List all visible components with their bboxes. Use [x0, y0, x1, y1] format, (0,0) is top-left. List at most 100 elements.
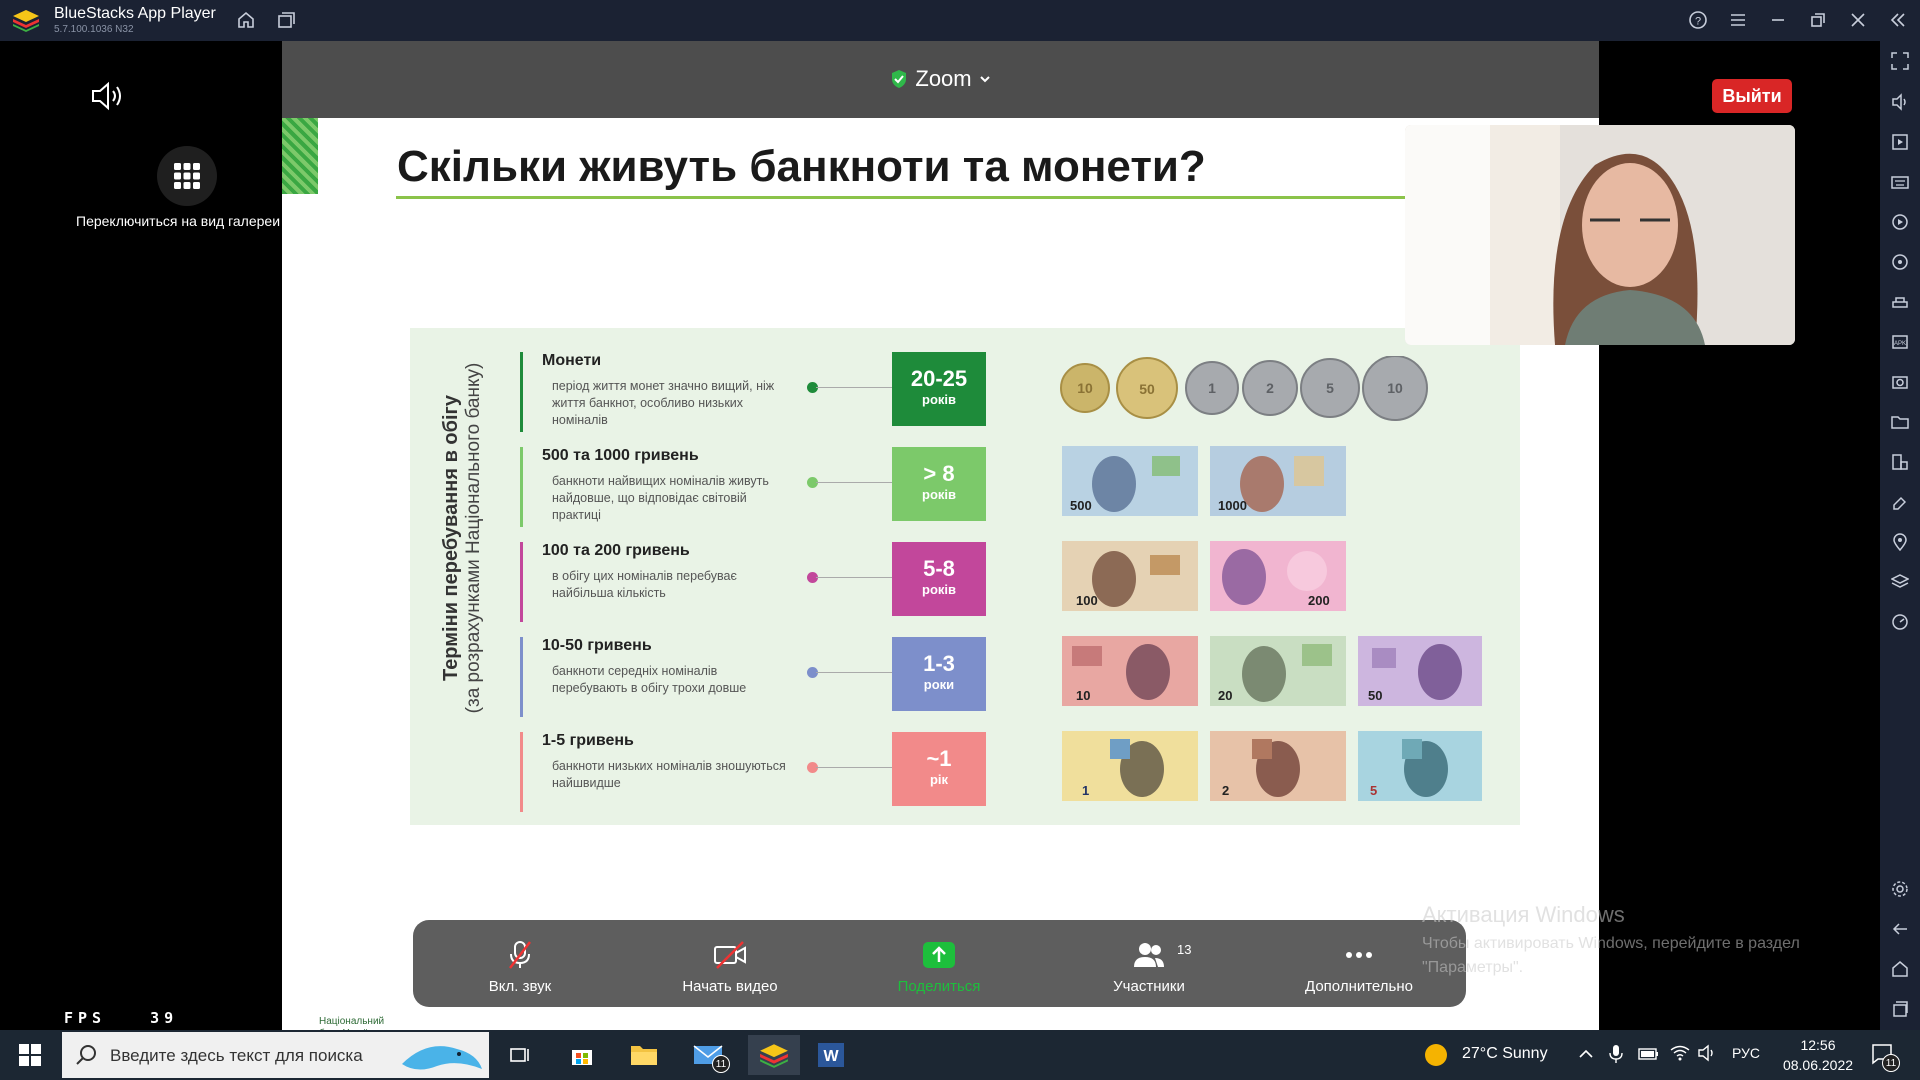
start-button[interactable]	[10, 1035, 50, 1075]
badge-unit: роки	[923, 677, 955, 692]
badge-value: ~1	[926, 746, 952, 771]
unmute-button[interactable]: Вкл. звук	[430, 920, 610, 1007]
svg-text:20: 20	[1218, 688, 1232, 703]
fps-label: FPS	[64, 1009, 107, 1027]
row-desc: банкноти найвищих номіналів живуть найдо…	[552, 474, 769, 522]
close-icon[interactable]	[1846, 8, 1870, 32]
presenter-video[interactable]	[1405, 125, 1795, 345]
fullscreen-icon[interactable]	[1890, 51, 1910, 71]
taskbar-search[interactable]: Введите здесь текст для поиска	[62, 1032, 489, 1078]
svg-text:APK: APK	[1894, 341, 1906, 347]
windows-logo-icon	[19, 1044, 41, 1066]
game-controls-icon[interactable]	[1890, 292, 1910, 312]
row-title: 100 та 200 гривень	[542, 542, 690, 559]
row-bar	[520, 637, 523, 717]
windows-taskbar: Введите здесь текст для поиска 11 W 27°C…	[0, 1030, 1920, 1080]
location-icon[interactable]	[1890, 532, 1910, 552]
language-indicator[interactable]: РУС	[1732, 1045, 1760, 1061]
activation-title: Активация Windows	[1422, 902, 1625, 927]
word-icon[interactable]: W	[811, 1035, 851, 1075]
more-label: Дополнительно	[1305, 978, 1413, 995]
shield-check-icon	[892, 70, 907, 88]
share-label: Поделиться	[897, 978, 981, 995]
row-badge: 20-25 років	[892, 352, 986, 426]
wifi-icon[interactable]	[1670, 1044, 1690, 1062]
battery-icon[interactable]	[1638, 1046, 1660, 1062]
media-icon[interactable]	[1890, 132, 1910, 152]
mail-badge: 11	[712, 1055, 730, 1073]
row-connector	[816, 387, 892, 388]
eco-mode-icon[interactable]	[1890, 612, 1910, 632]
volume-icon[interactable]	[1890, 92, 1910, 112]
svg-text:2: 2	[1222, 783, 1229, 798]
zoom-top-overlay: Zoom	[282, 41, 1599, 118]
vertical-subtitle-text: (за розрахунками Національного банку)	[463, 362, 484, 714]
multi-window-icon[interactable]	[1890, 452, 1910, 472]
video-off-icon	[714, 941, 746, 969]
restore-icon[interactable]	[1806, 8, 1830, 32]
microphone-icon[interactable]	[1608, 1044, 1624, 1064]
mail-icon[interactable]: 11	[688, 1035, 730, 1075]
layers-icon[interactable]	[1890, 572, 1910, 592]
infographic-card: Терміни перебування в обігу (за розрахун…	[410, 328, 1520, 825]
svg-text:5: 5	[1326, 380, 1334, 396]
file-explorer-icon[interactable]	[624, 1035, 664, 1075]
notification-badge: 11	[1882, 1054, 1900, 1072]
android-home-icon[interactable]	[1890, 959, 1910, 979]
slide-decor-stripe	[282, 118, 318, 194]
more-icon	[1346, 952, 1372, 958]
recent-apps-icon[interactable]	[1890, 999, 1910, 1019]
erase-icon[interactable]	[1890, 492, 1910, 512]
back-icon[interactable]	[1890, 919, 1910, 939]
home-icon[interactable]	[234, 8, 258, 32]
zoom-meeting-area: Переключиться на вид галереи Скільки жив…	[0, 41, 1880, 1030]
participants-count: 13	[1177, 942, 1192, 957]
gallery-view-label: Переключиться на вид галереи	[76, 213, 281, 229]
participants-icon	[1134, 943, 1164, 967]
participants-button[interactable]: 13 Участники	[1059, 920, 1239, 1007]
start-video-button[interactable]: Начать видео	[640, 920, 820, 1007]
menu-icon[interactable]	[1726, 8, 1750, 32]
chevron-down-icon	[980, 76, 990, 83]
share-button[interactable]: Поделиться	[849, 920, 1029, 1007]
help-icon[interactable]: ?	[1686, 8, 1710, 32]
row-connector	[816, 672, 892, 673]
weather-sun-icon	[1425, 1044, 1447, 1066]
minimize-icon[interactable]	[1766, 8, 1790, 32]
svg-text:50: 50	[1139, 381, 1155, 397]
collapse-sidebar-icon[interactable]	[1886, 8, 1910, 32]
banknotes-10-50: 10 20 50	[1062, 636, 1482, 706]
zoom-toolbar: Вкл. звук Начать видео Поделиться 13 Уча…	[413, 920, 1466, 1007]
row-desc: в обігу цих номіналів перебуває найбільш…	[552, 569, 737, 600]
gallery-view-button[interactable]	[157, 146, 217, 206]
folder-icon[interactable]	[1890, 412, 1910, 432]
bluestacks-taskbar-icon[interactable]	[748, 1035, 800, 1075]
row-badge: 1-3 роки	[892, 637, 986, 711]
badge-unit: років	[922, 392, 956, 407]
row-title: 500 та 1000 гривень	[542, 447, 699, 464]
row-connector	[816, 577, 892, 578]
vertical-title: Терміни перебування в обігу (за розрахун…	[440, 348, 485, 728]
row-title: Монети	[542, 352, 602, 369]
keyboard-icon[interactable]	[1890, 172, 1910, 192]
weather-text[interactable]: 27°C Sunny	[1462, 1045, 1548, 1063]
exit-button[interactable]: Выйти	[1712, 79, 1792, 113]
task-view-icon[interactable]	[500, 1035, 540, 1075]
multi-instance-icon[interactable]	[274, 8, 298, 32]
screenshot-icon[interactable]	[1890, 372, 1910, 392]
clock[interactable]: 12:56 08.06.2022	[1768, 1035, 1868, 1075]
fps-value: 39	[150, 1009, 179, 1027]
volume-tray-icon[interactable]	[1697, 1044, 1717, 1062]
apk-install-icon[interactable]: APK	[1890, 332, 1910, 352]
svg-text:2: 2	[1266, 380, 1274, 396]
bluestacks-titlebar: BlueStacks App Player 5.7.100.1036 N32 ?	[0, 0, 1920, 41]
tray-chevron-up-icon[interactable]	[1578, 1046, 1594, 1062]
zoom-title[interactable]: Zoom	[282, 66, 1599, 92]
store-icon[interactable]	[562, 1035, 602, 1075]
settings-icon[interactable]	[1890, 879, 1910, 899]
grid-icon	[174, 163, 200, 189]
presenter-avatar	[1405, 125, 1795, 345]
rotate-icon[interactable]	[1890, 252, 1910, 272]
macro-icon[interactable]	[1890, 212, 1910, 232]
speaker-icon[interactable]	[90, 81, 126, 111]
